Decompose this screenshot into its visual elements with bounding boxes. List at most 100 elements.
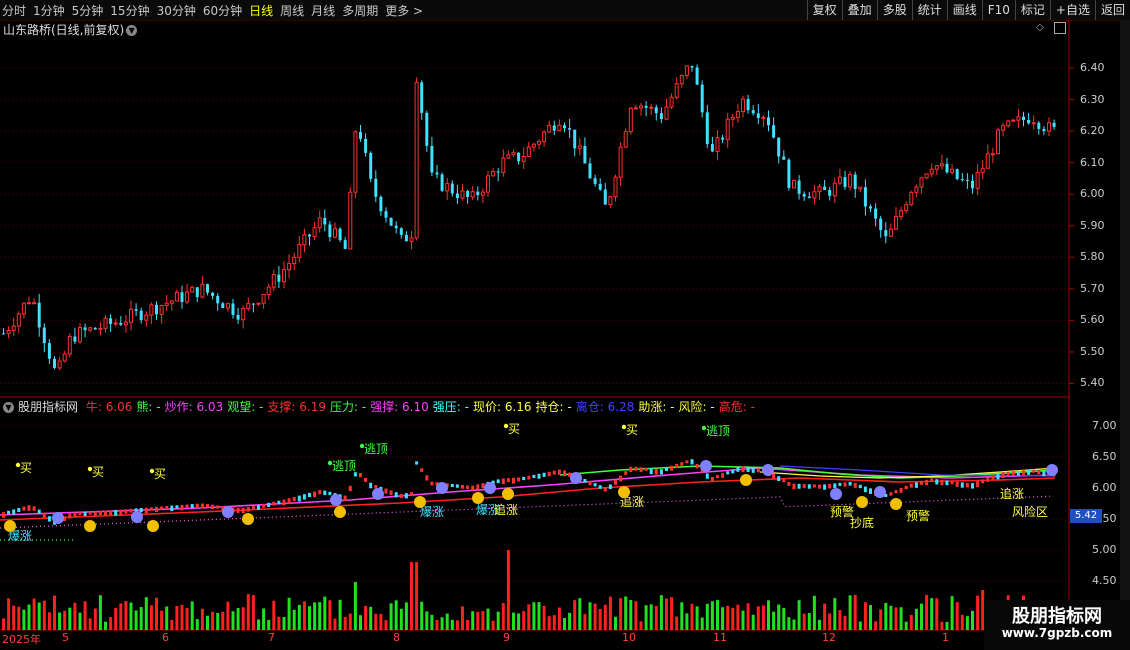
period-tab-2[interactable]: 5分钟 bbox=[72, 2, 104, 19]
candle-body bbox=[404, 234, 408, 242]
volume-bar bbox=[27, 604, 31, 630]
volume-bar bbox=[884, 602, 888, 630]
period-tab-9[interactable]: 多周期 bbox=[342, 2, 378, 19]
indicator-candle bbox=[542, 472, 546, 477]
maximize-icon[interactable] bbox=[1054, 22, 1066, 34]
candle-body bbox=[343, 240, 347, 249]
candle-body bbox=[955, 169, 959, 180]
right-sidebar[interactable] bbox=[1120, 20, 1130, 650]
period-tab-8[interactable]: 月线 bbox=[311, 2, 335, 19]
volume-bar bbox=[83, 601, 87, 630]
volume-bar bbox=[63, 610, 67, 630]
indicator-candle bbox=[63, 516, 67, 521]
candle-body bbox=[649, 106, 654, 109]
volume-bar bbox=[644, 605, 648, 630]
candle-body bbox=[109, 318, 113, 324]
chevron-down-icon[interactable]: ▼ bbox=[126, 25, 138, 36]
toolbar-button-7[interactable]: +自选 bbox=[1049, 0, 1095, 20]
candle-body bbox=[858, 186, 863, 190]
indicator-candle bbox=[27, 505, 31, 511]
toolbar-button-2[interactable]: 多股 bbox=[876, 0, 912, 20]
candle-body bbox=[772, 125, 776, 138]
candle-body bbox=[598, 183, 602, 190]
candle-body bbox=[134, 309, 138, 311]
signal-label: 预警 bbox=[830, 504, 854, 519]
indicator-candle bbox=[705, 473, 709, 479]
indicator-candle bbox=[573, 474, 577, 480]
indicator-candle bbox=[481, 483, 485, 489]
volume-bar bbox=[792, 619, 796, 630]
candle-body bbox=[654, 107, 658, 114]
chart-title[interactable]: 山东路桥(日线,前复权) ▼ bbox=[3, 21, 138, 38]
period-tab-10[interactable]: 更多 > bbox=[385, 2, 423, 19]
volume-bar bbox=[78, 612, 82, 630]
candle-body bbox=[200, 283, 205, 298]
indicator-candle bbox=[374, 485, 378, 489]
volume-bar bbox=[522, 611, 526, 630]
period-tab-4[interactable]: 30分钟 bbox=[157, 2, 196, 19]
volume-bar bbox=[547, 616, 551, 630]
candle-body bbox=[924, 173, 929, 179]
candle-body bbox=[16, 313, 21, 327]
indicator-candle bbox=[930, 478, 934, 482]
toolbar-button-8[interactable]: 返回 bbox=[1094, 0, 1130, 20]
toolbar-button-5[interactable]: F10 bbox=[981, 0, 1015, 20]
candle-body bbox=[807, 196, 811, 199]
indicator-field-7: 强压: - bbox=[432, 400, 469, 414]
period-tab-7[interactable]: 周线 bbox=[280, 2, 304, 19]
indicator-candle bbox=[109, 510, 113, 516]
volume-bar bbox=[751, 614, 755, 630]
volume-bar bbox=[568, 612, 572, 630]
indicator-candle bbox=[981, 479, 985, 484]
toolbar-button-1[interactable]: 叠加 bbox=[841, 0, 877, 20]
price-tick: 6.20 bbox=[1080, 124, 1105, 138]
diamond-icon[interactable]: ◇ bbox=[1036, 22, 1044, 33]
candle-body bbox=[669, 96, 674, 108]
indicator-candle bbox=[175, 505, 179, 509]
volume-bar bbox=[639, 621, 643, 630]
toolbar-button-0[interactable]: 复权 bbox=[806, 0, 842, 20]
indicator-candle bbox=[680, 462, 684, 466]
price-tick: 5.70 bbox=[1080, 281, 1105, 295]
chevron-down-icon[interactable]: ▼ bbox=[3, 402, 14, 413]
indicator-candle bbox=[22, 506, 26, 511]
volume-bar bbox=[93, 608, 97, 630]
period-tab-0[interactable]: 分时 bbox=[2, 2, 26, 19]
candle-body bbox=[460, 190, 465, 199]
face-icon bbox=[436, 482, 448, 494]
volume-bar bbox=[267, 619, 271, 630]
toolbar-button-3[interactable]: 统计 bbox=[911, 0, 947, 20]
volume-bar bbox=[272, 600, 276, 630]
candle-body bbox=[88, 327, 93, 331]
volume-bar bbox=[736, 604, 740, 630]
face-icon bbox=[762, 464, 774, 476]
period-tab-1[interactable]: 1分钟 bbox=[33, 2, 65, 19]
indicator-candle bbox=[634, 466, 638, 471]
indicator-candle bbox=[879, 492, 883, 498]
candle-body bbox=[225, 303, 230, 309]
indicator-candle bbox=[935, 479, 939, 485]
indicator-candle bbox=[960, 482, 964, 488]
candle-body bbox=[174, 291, 179, 302]
indicator-candle bbox=[53, 519, 56, 525]
indicator-title: ▼ 股朋指标网 牛: 6.06 熊: - 炒作: 6.03 观望: - 支撑: 6.19 压… bbox=[3, 398, 759, 415]
volume-bar bbox=[435, 620, 439, 630]
toolbar-button-4[interactable]: 画线 bbox=[946, 0, 982, 20]
candle-body bbox=[185, 291, 190, 303]
candle-body bbox=[37, 302, 41, 328]
period-tab-3[interactable]: 15分钟 bbox=[110, 2, 149, 19]
face-icon bbox=[414, 496, 426, 508]
period-tab-6[interactable]: 日线 bbox=[249, 2, 273, 19]
indicator-candle bbox=[323, 490, 327, 496]
indicator-candle bbox=[486, 481, 490, 487]
indicator-candle bbox=[869, 488, 872, 494]
candle-body bbox=[721, 137, 725, 140]
volume-bar bbox=[879, 609, 883, 630]
period-tab-5[interactable]: 60分钟 bbox=[203, 2, 242, 19]
volume-bar bbox=[430, 614, 434, 630]
candle-body bbox=[664, 106, 669, 120]
volume-bar bbox=[353, 582, 357, 630]
volume-bar bbox=[47, 612, 51, 630]
candlesticks bbox=[2, 64, 1056, 371]
toolbar-button-6[interactable]: 标记 bbox=[1014, 0, 1050, 20]
